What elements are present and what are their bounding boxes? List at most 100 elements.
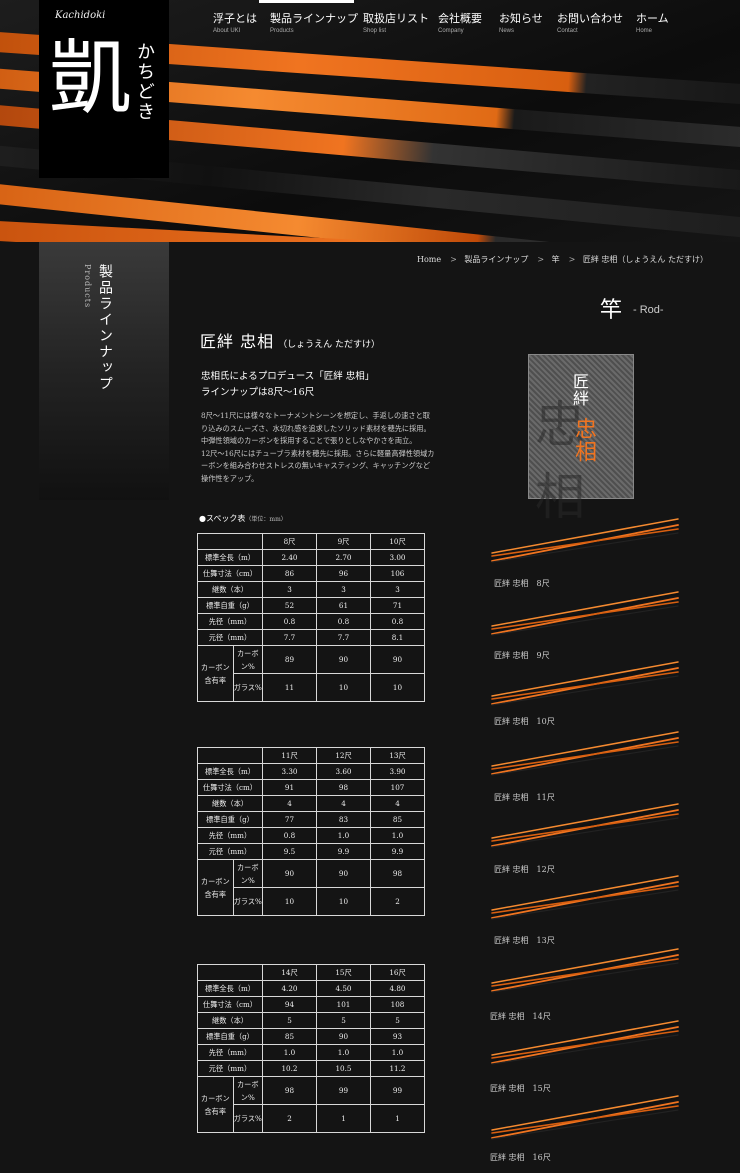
spec-cell: 2.70 bbox=[316, 549, 371, 566]
rod-product-image[interactable] bbox=[488, 945, 684, 993]
spec-cell: 9.9 bbox=[370, 843, 425, 860]
spec-cell: 85 bbox=[262, 1028, 317, 1045]
spec-cell: 10 bbox=[262, 887, 317, 916]
chevron-right-icon: > bbox=[568, 255, 576, 264]
spec-col-header: 11尺 bbox=[262, 747, 317, 764]
spec-cell: 11 bbox=[262, 673, 317, 702]
rod-label[interactable]: 匠絆 忠相 16尺 bbox=[490, 1152, 551, 1163]
rod-product-image[interactable] bbox=[488, 800, 684, 848]
nav-item-sublabel: Company bbox=[438, 28, 464, 34]
spec-cell: 11.2 bbox=[370, 1060, 425, 1077]
rod-product-image[interactable] bbox=[488, 658, 684, 706]
spec-cell: 3 bbox=[316, 581, 371, 598]
rod-product-image[interactable] bbox=[488, 872, 684, 920]
spec-row-label: 元径（mm） bbox=[197, 843, 263, 860]
nav-item-sublabel: Contact bbox=[557, 28, 578, 34]
nav-item-sublabel: Shop list bbox=[363, 28, 387, 34]
category-subtitle: - Rod- bbox=[633, 304, 664, 316]
chevron-right-icon: > bbox=[450, 255, 457, 264]
rod-product-image[interactable] bbox=[488, 1092, 684, 1140]
nav-item-news[interactable]: お知らせ News bbox=[499, 10, 543, 34]
spec-row-label: 標準全長（m） bbox=[197, 549, 263, 566]
spec-cell: 1 bbox=[316, 1104, 371, 1133]
spec-row-label: 先径（mm） bbox=[197, 827, 263, 844]
breadcrumb: Home > 製品ラインナップ > 竿 > 匠絆 忠相（しょうえん ただすけ） bbox=[417, 254, 712, 265]
rod-line bbox=[491, 1030, 679, 1059]
rod-line bbox=[491, 741, 679, 770]
spec-cell: 4.20 bbox=[262, 980, 317, 997]
spec-row-label: 標準全長（m） bbox=[197, 980, 263, 997]
rod-label[interactable]: 匠絆 忠相 10尺 bbox=[494, 716, 555, 727]
rod-product-image[interactable] bbox=[488, 1017, 684, 1065]
rod-line bbox=[490, 592, 680, 634]
lead-line: 忠相氏によるプロデュース「匠絆 忠相」 bbox=[201, 371, 375, 382]
nav-item-label: 製品ラインナップ bbox=[270, 12, 358, 25]
spec-corner-cell bbox=[197, 533, 263, 550]
nav-item-products[interactable]: 製品ラインナップ Products bbox=[270, 10, 358, 34]
nav-item-sublabel: Home bbox=[636, 28, 653, 34]
spec-row-label: 先径（mm） bbox=[197, 613, 263, 630]
spec-row-label: 元径（mm） bbox=[197, 1060, 263, 1077]
spec-cell: 8.1 bbox=[370, 629, 425, 646]
spec-cell: 99 bbox=[316, 1076, 371, 1105]
spec-table: 11尺 12尺 13尺 標準全長（m） 3.30 3.60 3.90 仕舞寸法（cm） 91 98… bbox=[197, 747, 425, 916]
rod-line bbox=[490, 876, 680, 918]
rod-product-image[interactable] bbox=[488, 588, 684, 636]
spec-cell: 71 bbox=[370, 597, 425, 614]
desc-paragraph: 8尺〜11尺には様々なトーナメントシーンを想定し、手返しの速さと取り込みのスムー… bbox=[201, 411, 431, 445]
spec-cell: 4 bbox=[316, 795, 371, 812]
badge-line-2: 忠相 bbox=[571, 417, 596, 463]
breadcrumb-home[interactable]: Home bbox=[417, 255, 441, 264]
spec-col-header: 10尺 bbox=[370, 533, 425, 550]
spec-row-label: 仕舞寸法（cm） bbox=[197, 996, 263, 1013]
spec-cell: 3.00 bbox=[370, 549, 425, 566]
section-sidebar: 製品ラインナップ Products bbox=[39, 242, 169, 500]
spec-cell: 106 bbox=[370, 565, 425, 582]
spec-cell: 107 bbox=[370, 779, 425, 796]
spec-cell: 85 bbox=[370, 811, 425, 828]
site-logo[interactable]: Kachidoki 凱 かちどき bbox=[39, 0, 169, 178]
breadcrumb-products[interactable]: 製品ラインナップ bbox=[464, 255, 528, 264]
nav-item-label: 取扱店リスト bbox=[363, 12, 429, 25]
rod-line bbox=[491, 1105, 679, 1134]
nav-item-company[interactable]: 会社概要 Company bbox=[438, 10, 482, 34]
spec-row-label: 標準全長（m） bbox=[197, 763, 263, 780]
spec-cell: 3.60 bbox=[316, 763, 371, 780]
spec-cell: 90 bbox=[316, 645, 371, 674]
spec-cell: 77 bbox=[262, 811, 317, 828]
nav-item-contact[interactable]: お問い合わせ Contact bbox=[557, 10, 623, 34]
product-description: 8尺〜11尺には様々なトーナメントシーンを想定し、手返しの速さと取り込みのスムー… bbox=[201, 410, 436, 485]
product-logo-image: 忠相 匠絆 忠相 bbox=[528, 354, 634, 526]
spec-cell: 2.40 bbox=[262, 549, 317, 566]
spec-cell: 5 bbox=[370, 1012, 425, 1029]
product-lead: 忠相氏によるプロデュース「匠絆 忠相」 ラインナップは8尺〜16尺 bbox=[201, 369, 374, 401]
spec-cell: 96 bbox=[316, 565, 371, 582]
sidebar-title: 製品ラインナップ bbox=[97, 264, 113, 392]
spec-unit: （単位：mm） bbox=[245, 516, 287, 523]
badge-line-1: 匠絆 bbox=[570, 373, 589, 407]
page-title: 匠絆 忠相 （しょうえん ただすけ） bbox=[200, 328, 380, 352]
spec-row-label: 仕舞寸法（cm） bbox=[197, 779, 263, 796]
global-nav: 浮子とは About UKI 製品ラインナップ Products 取扱店リスト Sho… bbox=[200, 0, 740, 40]
spec-cell: 83 bbox=[316, 811, 371, 828]
nav-item-home[interactable]: ホーム Home bbox=[636, 10, 669, 34]
spec-cell: 108 bbox=[370, 996, 425, 1013]
spec-col-header: 8尺 bbox=[262, 533, 317, 550]
spec-cell: 90 bbox=[370, 645, 425, 674]
spec-heading-text: ●スペック表 bbox=[199, 514, 246, 523]
spec-table: 8尺 9尺 10尺 標準全長（m） 2.40 2.70 3.00 仕舞寸法（cm） 86 96 10… bbox=[197, 533, 425, 702]
spec-col-header: 16尺 bbox=[370, 964, 425, 981]
spec-cell: 91 bbox=[262, 779, 317, 796]
nav-item-sublabel: Products bbox=[270, 28, 294, 34]
nav-item-shops[interactable]: 取扱店リスト Shop list bbox=[363, 10, 429, 34]
nav-item-sublabel: News bbox=[499, 28, 515, 34]
rod-product-image[interactable] bbox=[488, 515, 684, 563]
nav-item-label: お知らせ bbox=[499, 12, 543, 25]
nav-item-about[interactable]: 浮子とは About UKI bbox=[213, 10, 257, 34]
rod-product-image[interactable] bbox=[488, 728, 684, 776]
spec-cell: 0.8 bbox=[370, 613, 425, 630]
rod-line bbox=[491, 671, 679, 700]
breadcrumb-rod[interactable]: 竿 bbox=[552, 255, 560, 264]
spec-col-header: 9尺 bbox=[316, 533, 371, 550]
spec-cell: 3 bbox=[262, 581, 317, 598]
